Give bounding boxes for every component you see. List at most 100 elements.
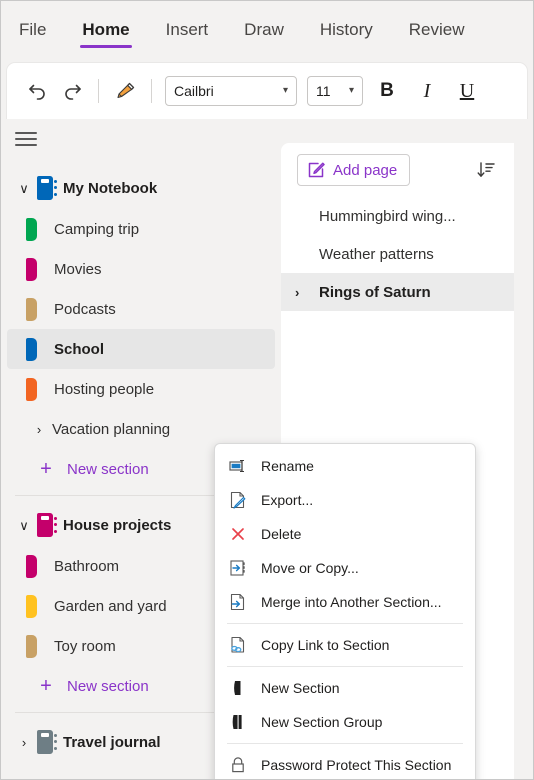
rename-icon — [227, 456, 249, 476]
tab-file[interactable]: File — [17, 16, 48, 48]
page-panel-toolbar: Add page — [281, 143, 514, 197]
sidebar-item-podcasts[interactable]: Podcasts — [7, 289, 275, 329]
context-menu-label: Export... — [261, 492, 314, 508]
add-page-button[interactable]: Add page — [297, 154, 411, 186]
add-page-label: Add page — [333, 161, 398, 179]
toolbar-divider-1 — [98, 79, 99, 103]
chevron-right-icon[interactable]: › — [295, 286, 319, 299]
context-menu-divider-1 — [227, 623, 463, 624]
chevron-down-icon[interactable]: ∨ — [11, 182, 37, 195]
tab-review[interactable]: Review — [407, 16, 467, 48]
context-menu-item-new-section[interactable]: New Section — [215, 671, 475, 705]
tab-history[interactable]: History — [318, 16, 375, 48]
chevron-down-icon[interactable]: ∨ — [11, 519, 37, 532]
context-menu-item-delete[interactable]: Delete — [215, 517, 475, 551]
font-size-value: 11 — [316, 83, 331, 99]
font-family-value: Cailbri — [174, 83, 214, 99]
page-label: Weather patterns — [319, 245, 434, 263]
context-menu-label: New Section Group — [261, 714, 383, 730]
page-item-weather[interactable]: Weather patterns — [281, 235, 514, 273]
undo-button[interactable] — [21, 74, 55, 108]
undo-icon — [29, 84, 45, 100]
notebook-icon — [37, 513, 57, 537]
hamburger-menu-icon[interactable] — [15, 130, 37, 148]
redo-button[interactable] — [55, 74, 89, 108]
new-section-label: New section — [67, 460, 149, 478]
context-menu-label: Merge into Another Section... — [261, 594, 442, 610]
context-menu-item-new-section-group[interactable]: New Section Group — [215, 705, 475, 739]
delete-icon — [227, 524, 249, 544]
context-menu-item-merge-into-another-section[interactable]: Merge into Another Section... — [215, 585, 475, 619]
section-label: Garden and yard — [54, 597, 167, 615]
sidebar-item-movies[interactable]: Movies — [7, 249, 275, 289]
context-menu-label: Password Protect This Section — [261, 757, 452, 773]
page-label: Hummingbird wing... — [319, 207, 456, 225]
plus-icon: + — [40, 458, 52, 480]
context-menu-item-copy-link-to-section[interactable]: Copy Link to Section — [215, 628, 475, 662]
italic-button[interactable]: I — [411, 75, 443, 107]
section-color-tab — [26, 634, 37, 658]
bold-button[interactable]: B — [371, 75, 403, 107]
section-label: Bathroom — [54, 557, 120, 575]
new-section-group-icon — [227, 712, 249, 732]
onenote-window: File Home Insert Draw History Review Cai… — [0, 0, 534, 780]
context-menu-label: Copy Link to Section — [261, 637, 390, 653]
font-family-select[interactable]: Cailbri ▾ — [165, 76, 297, 106]
add-page-icon — [308, 162, 325, 178]
plus-icon: + — [40, 675, 52, 697]
context-menu-item-password-protect-this-section[interactable]: Password Protect This Section — [215, 748, 475, 779]
context-menu-item-move-or-copy[interactable]: Move or Copy... — [215, 551, 475, 585]
context-menu-label: New Section — [261, 680, 340, 696]
context-menu-label: Rename — [261, 458, 314, 474]
move-or-copy-icon — [227, 558, 249, 578]
format-painter-button[interactable] — [108, 74, 142, 108]
export-icon — [227, 490, 249, 510]
chevron-right-icon[interactable]: › — [26, 423, 52, 436]
sidebar-item-camping-trip[interactable]: Camping trip — [7, 209, 275, 249]
context-menu-label: Delete — [261, 526, 302, 542]
sort-descending-icon — [477, 162, 495, 177]
formatting-toolbar: Cailbri ▾ 11 ▾ B I U — [7, 63, 527, 119]
context-menu-item-rename[interactable]: Rename — [215, 449, 475, 483]
page-item-rings-of-saturn[interactable]: › Rings of Saturn — [281, 273, 514, 311]
section-label: Hosting people — [54, 380, 155, 398]
sort-pages-button[interactable] — [472, 156, 500, 184]
tab-draw[interactable]: Draw — [242, 16, 286, 48]
sidebar-item-school[interactable]: School — [7, 329, 275, 369]
notebook-group-my-notebook: ∨ My Notebook Camping trip Movies Podcas… — [1, 165, 281, 489]
tab-home[interactable]: Home — [80, 16, 132, 48]
section-color-tab — [26, 217, 37, 241]
page-item-hummingbird[interactable]: Hummingbird wing... — [281, 197, 514, 235]
section-color-tab — [26, 257, 37, 281]
context-menu-item-export[interactable]: Export... — [215, 483, 475, 517]
notebook-header-my-notebook[interactable]: ∨ My Notebook — [1, 167, 281, 209]
chevron-down-icon: ▾ — [282, 85, 288, 96]
section-color-tab — [26, 594, 37, 618]
underline-button[interactable]: U — [451, 75, 483, 107]
section-label: Podcasts — [54, 300, 116, 318]
context-menu-divider-3 — [227, 743, 463, 744]
chevron-right-icon[interactable]: › — [11, 736, 37, 749]
tab-insert[interactable]: Insert — [164, 16, 211, 48]
notebook-icon — [37, 730, 57, 754]
ribbon-tab-bar: File Home Insert Draw History Review — [1, 1, 533, 63]
section-context-menu: Rename Export... Delete Move or Copy... … — [214, 443, 476, 779]
section-label: School — [54, 340, 105, 358]
notebook-title: House projects — [63, 516, 172, 534]
context-menu-divider-2 — [227, 666, 463, 667]
section-color-tab — [26, 377, 37, 401]
font-size-select[interactable]: 11 ▾ — [307, 76, 363, 106]
section-label: Movies — [54, 260, 102, 278]
notebook-title: My Notebook — [63, 179, 158, 197]
toolbar-divider-2 — [151, 79, 152, 103]
sidebar-item-hosting-people[interactable]: Hosting people — [7, 369, 275, 409]
context-menu-label: Move or Copy... — [261, 560, 359, 576]
section-label: Camping trip — [54, 220, 140, 238]
new-section-icon — [227, 678, 249, 698]
section-color-tab — [26, 554, 37, 578]
copy-link-icon — [227, 635, 249, 655]
format-painter-icon — [117, 82, 135, 99]
section-label: Toy room — [54, 637, 116, 655]
notebook-title: Travel journal — [63, 733, 161, 751]
workspace: Add page Hummingbird wing... Weather pat… — [1, 119, 533, 779]
